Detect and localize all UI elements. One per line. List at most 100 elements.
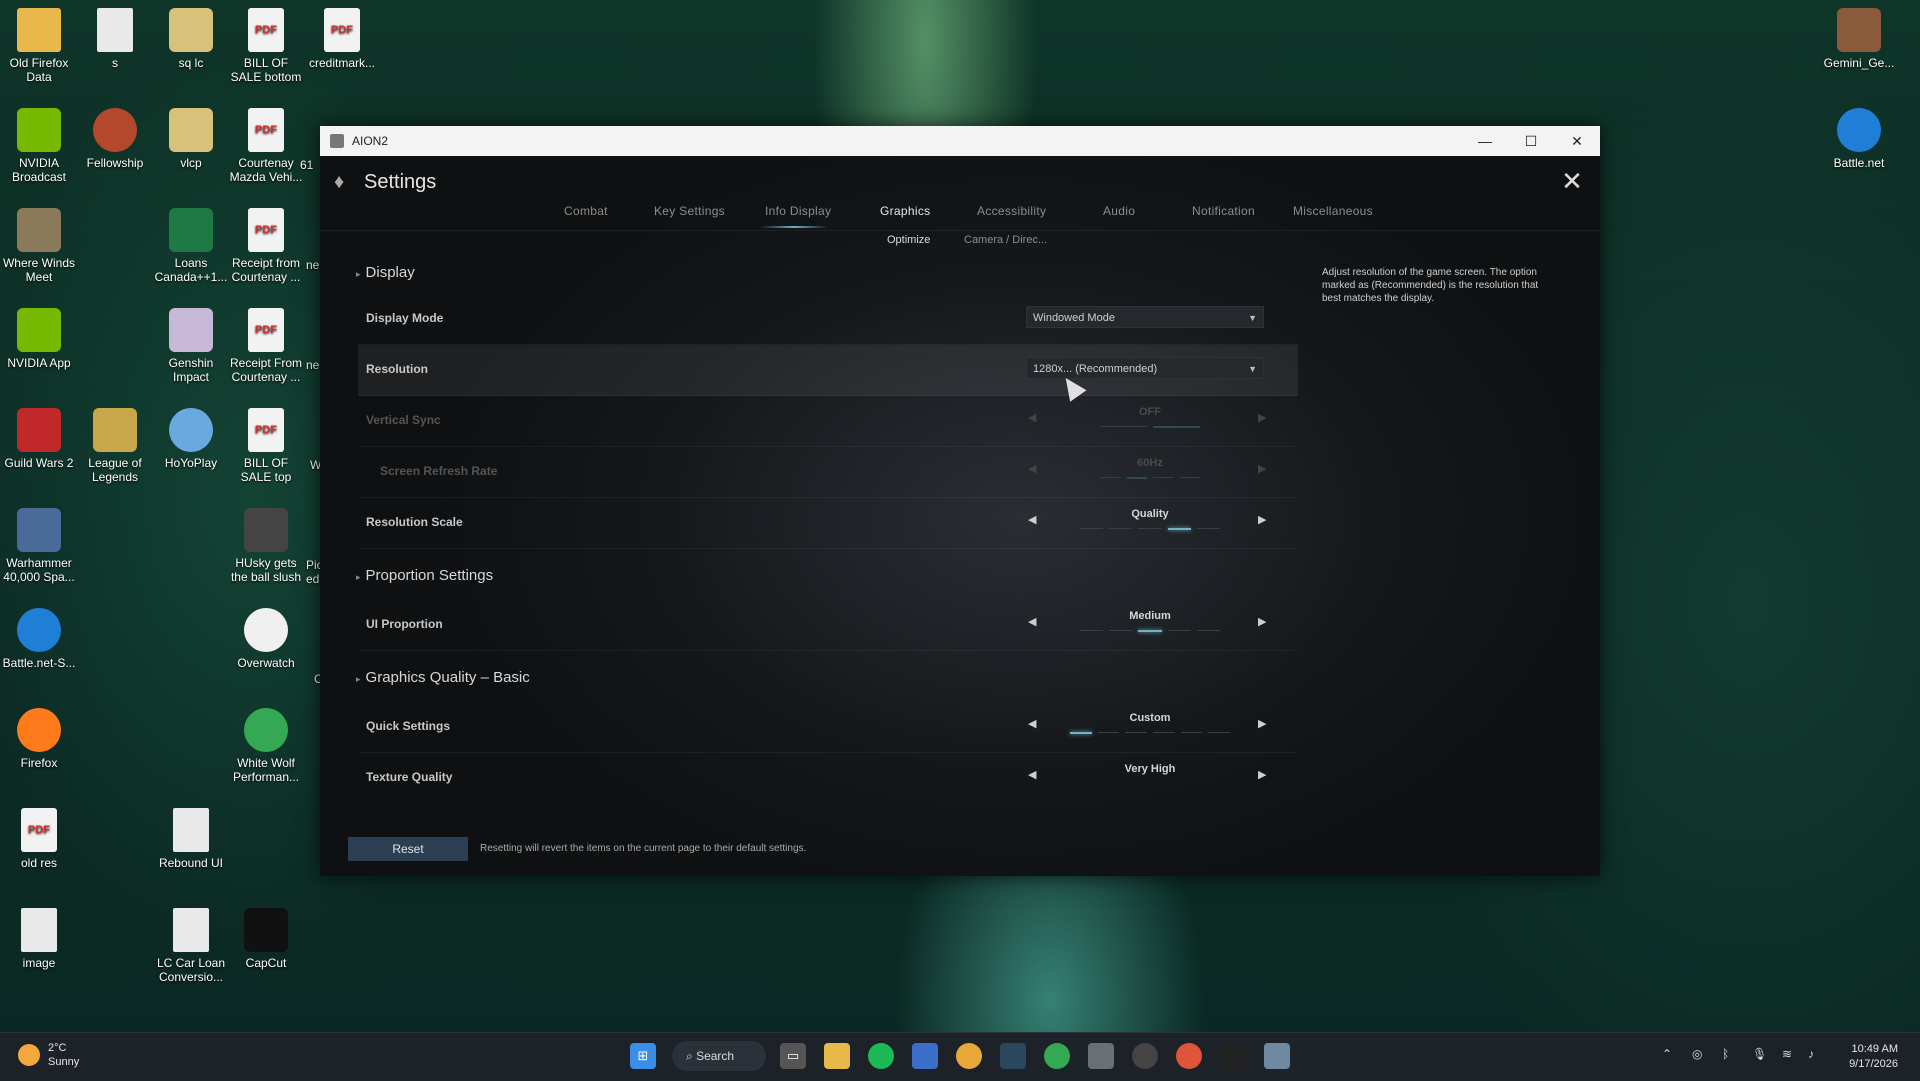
tab-audio[interactable]: Audio [1103,204,1135,218]
desktop-icon-left-10[interactable]: Loans Canada++1... [152,208,230,284]
desktop-icon-left-27[interactable]: image [0,908,78,970]
texture-next-arrow-icon[interactable]: ▶ [1258,768,1266,781]
desktop-icon-left-6[interactable]: Fellowship [76,108,154,170]
desktop-icon-right-1[interactable]: Battle.net [1820,108,1898,170]
tab-miscellaneous[interactable]: Miscellaneous [1293,204,1373,218]
spotify-icon[interactable] [868,1043,894,1069]
desktop-icon-left-14[interactable]: PDF Receipt From Courtenay ... [227,308,305,384]
chevron-up-icon[interactable]: ⌃ [1662,1047,1672,1061]
chrome-icon[interactable] [956,1043,982,1069]
desktop-icon-label: Warhammer 40,000 Spa... [3,556,75,584]
reset-note: Resetting will revert the items on the c… [480,843,807,854]
tab-notification[interactable]: Notification [1192,204,1255,218]
subtab-optimize[interactable]: Optimize [887,234,930,246]
desktop-icon-left-0[interactable]: Old Firefox Data [0,8,78,84]
chrome-alt-icon[interactable] [1176,1043,1202,1069]
refresh-prev-arrow-icon[interactable]: ◀ [1028,462,1036,475]
desktop-icon-left-12[interactable]: NVIDIA App [0,308,78,370]
tab-combat[interactable]: Combat [564,204,608,218]
pdf-icon: PDF [324,8,360,52]
res-scale-prev-arrow-icon[interactable]: ◀ [1028,513,1036,526]
subtab-camera[interactable]: Camera / Direc... [964,234,1047,246]
desktop-icon-left-25[interactable]: PDF old res [0,808,78,870]
chrome-profile-icon[interactable] [1044,1043,1070,1069]
window-close-button[interactable]: ✕ [1554,126,1600,156]
desktop-icon-right-0[interactable]: Gemini_Ge... [1820,8,1898,70]
maximize-button[interactable]: ☐ [1508,126,1554,156]
task-view-icon[interactable]: ▭ [780,1043,806,1069]
steam-icon[interactable] [1000,1043,1026,1069]
desktop-icon-left-29[interactable]: CapCut [227,908,305,970]
ui-proportion-next-arrow-icon[interactable]: ▶ [1258,615,1266,628]
quick-settings-next-arrow-icon[interactable]: ▶ [1258,717,1266,730]
section-display[interactable]: ▸ Display [356,264,415,281]
desktop-icon-left-17[interactable]: HoYoPlay [152,408,230,470]
desktop-icon-left-16[interactable]: League of Legends [76,408,154,484]
desktop-icon-left-11[interactable]: PDF Receipt from Courtenay ... [227,208,305,284]
desktop-icon-left-4[interactable]: PDF creditmark... [303,8,381,70]
section-proportion[interactable]: ▸ Proportion Settings [356,567,493,584]
microphone-icon[interactable]: 🎙 [1752,1047,1767,1061]
tab-accessibility[interactable]: Accessibility [977,204,1046,218]
volume-icon[interactable]: ♪ [1808,1047,1814,1061]
tab-graphics[interactable]: Graphics [880,204,930,218]
quick-settings-prev-arrow-icon[interactable]: ◀ [1028,717,1036,730]
desktop-icon-left-5[interactable]: NVIDIA Broadcast [0,108,78,184]
desktop-icon-left-18[interactable]: PDF BILL OF SALE top [227,408,305,484]
desktop-icon-left-23[interactable]: Firefox [0,708,78,770]
start-icon[interactable]: ⊞ [630,1043,656,1069]
level-segment [1097,732,1120,733]
desktop-icon-left-3[interactable]: PDF BILL OF SALE bottom [227,8,305,84]
section-graphics-quality[interactable]: ▸ Graphics Quality – Basic [356,669,530,686]
desktop-icon-left-22[interactable]: Overwatch [227,608,305,670]
level-segment [1125,732,1147,733]
level-segment [1100,477,1121,478]
taskbar-clock[interactable]: 10:49 AM 9/17/2026 [1849,1042,1898,1072]
weather-desc: Sunny [48,1056,80,1068]
desktop-icon-left-2[interactable]: sq lc [152,8,230,70]
clock-date: 9/17/2026 [1849,1058,1898,1070]
settings-close-icon[interactable]: ✕ [1560,168,1584,194]
desktop-icon-left-1[interactable]: s [76,8,154,70]
desktop-icon-left-8[interactable]: PDF Courtenay Mazda Vehi... [227,108,305,184]
res-scale-next-arrow-icon[interactable]: ▶ [1258,513,1266,526]
aion2-taskbar-icon[interactable] [1088,1043,1114,1069]
pdf-icon: PDF [248,108,284,152]
desktop-icon-left-7[interactable]: vlcp [152,108,230,170]
file-explorer-icon[interactable] [824,1043,850,1069]
desktop-icon-left-28[interactable]: LC Car Loan Conversio... [152,908,230,984]
display-mode-dropdown[interactable]: Windowed Mode ▼ [1026,306,1264,328]
desktop-icon-left-21[interactable]: Battle.net-S... [0,608,78,670]
tray-app-icon[interactable]: ◎ [1692,1047,1702,1061]
photos-icon[interactable] [1264,1043,1290,1069]
desktop-icon-left-9[interactable]: Where Winds Meet [0,208,78,284]
store-icon[interactable] [912,1043,938,1069]
desktop-icon-left-24[interactable]: White Wolf Performan... [227,708,305,784]
texture-prev-arrow-icon[interactable]: ◀ [1028,768,1036,781]
resolution-dropdown[interactable]: 1280x... (Recommended) ▼ [1026,357,1264,379]
vsync-next-arrow-icon[interactable]: ▶ [1258,411,1266,424]
weather-widget[interactable]: 2°C Sunny [18,1041,79,1069]
desktop-icon-left-15[interactable]: Guild Wars 2 [0,408,78,470]
desktop-icon-label: image [22,956,56,970]
desktop-icon-left-13[interactable]: Genshin Impact [152,308,230,384]
window-titlebar[interactable]: AION2 — ☐ ✕ [320,126,1600,156]
epic-games-icon[interactable] [1220,1043,1246,1069]
refresh-next-arrow-icon[interactable]: ▶ [1258,462,1266,475]
sun-icon [18,1044,40,1066]
desktop-icon-left-26[interactable]: Rebound UI [152,808,230,870]
desktop-icon-left-19[interactable]: Warhammer 40,000 Spa... [0,508,78,584]
desktop-icon-left-20[interactable]: HUsky gets the ball slush [227,508,305,584]
overwatch-taskbar-icon[interactable] [1132,1043,1158,1069]
vsync-prev-arrow-icon[interactable]: ◀ [1028,411,1036,424]
reset-button[interactable]: Reset [348,837,468,861]
wifi-icon[interactable]: ≋ [1782,1047,1792,1061]
minimize-button[interactable]: — [1462,126,1508,156]
refresh-rate-value: 60Hz [1137,457,1163,469]
bluetooth-icon[interactable]: ᛒ [1722,1047,1729,1061]
tab-key-settings[interactable]: Key Settings [654,204,725,218]
taskbar-search[interactable]: ⌕ Search [672,1041,766,1071]
ui-proportion-prev-arrow-icon[interactable]: ◀ [1028,615,1036,628]
tabs-divider [320,230,1600,231]
tab-info-display[interactable]: Info Display [765,204,831,218]
